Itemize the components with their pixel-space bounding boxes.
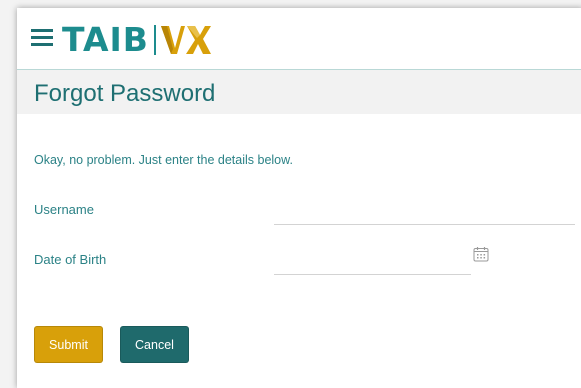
intro-text: Okay, no problem. Just enter the details…: [34, 153, 293, 167]
app-window: TAIB Forgot Password Okay, no problem. J…: [17, 8, 581, 388]
dob-label: Date of Birth: [34, 252, 107, 267]
app-header: TAIB: [17, 8, 581, 70]
logo-vx-mark: [153, 25, 211, 55]
username-input[interactable]: [274, 200, 575, 225]
username-label: Username: [34, 202, 94, 217]
logo-text: TAIB: [62, 20, 149, 59]
dob-input[interactable]: [274, 250, 471, 275]
hamburger-menu-icon[interactable]: [31, 29, 53, 47]
submit-button[interactable]: Submit: [34, 326, 103, 363]
taib-logo[interactable]: TAIB: [62, 22, 213, 58]
cancel-button[interactable]: Cancel: [120, 326, 189, 363]
page-title: Forgot Password: [34, 80, 216, 107]
page-title-bar: Forgot Password: [17, 70, 581, 114]
calendar-icon[interactable]: [473, 246, 489, 262]
